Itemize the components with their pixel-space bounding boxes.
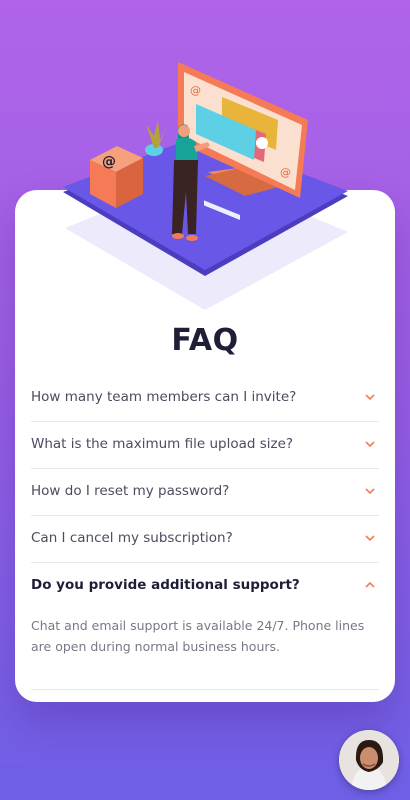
chat-avatar-button[interactable]	[339, 730, 399, 790]
avatar-photo-icon	[339, 730, 399, 790]
chevron-down-icon	[365, 488, 375, 495]
faq-question: How many team members can I invite?	[31, 389, 297, 405]
at-symbol-screen-1: @	[190, 84, 201, 97]
chevron-up-icon	[365, 581, 375, 588]
faq-question: Do you provide additional support?	[31, 577, 300, 593]
at-symbol-screen-2: @	[280, 166, 291, 179]
chevron-down-icon	[365, 394, 375, 401]
chevron-down-icon	[365, 441, 375, 448]
faq-question: What is the maximum file upload size?	[31, 436, 294, 452]
hero-illustration: @ @ @	[63, 62, 348, 310]
screen-dot	[256, 137, 268, 149]
plant-leaves	[146, 120, 166, 148]
faq-item-cancel-subscription[interactable]: Can I cancel my subscription?	[31, 516, 379, 563]
person-shoe-right	[186, 235, 198, 241]
faq-question: Can I cancel my subscription?	[31, 530, 233, 546]
person-head	[178, 125, 190, 137]
faq-list: How many team members can I invite? What…	[31, 375, 379, 690]
at-symbol-box: @	[102, 154, 116, 170]
faq-question: How do I reset my password?	[31, 483, 230, 499]
faq-item-reset-password[interactable]: How do I reset my password?	[31, 469, 379, 516]
faq-item-additional-support[interactable]: Do you provide additional support? Chat …	[31, 563, 379, 690]
person-shoe-left	[172, 233, 184, 239]
faq-item-upload-size[interactable]: What is the maximum file upload size?	[31, 422, 379, 469]
faq-answer: Chat and email support is available 24/7…	[31, 618, 365, 654]
chevron-down-icon	[365, 535, 375, 542]
faq-item-invite[interactable]: How many team members can I invite?	[31, 375, 379, 422]
